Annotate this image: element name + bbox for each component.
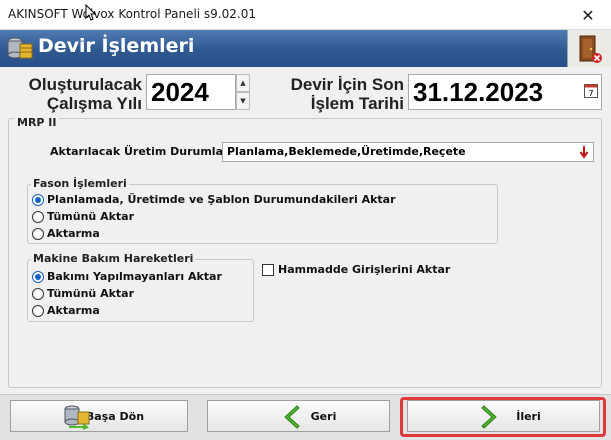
makine-option-all[interactable]: Tümünü Aktar [32,287,134,300]
hammadde-checkbox[interactable] [262,263,274,276]
hammadde-checkbox-row[interactable]: Hammadde Girişlerini Aktar [262,263,450,276]
close-icon: ✕ [581,5,595,25]
production-status-value: Planlama,Beklemede,Üretimde,Reçete [227,145,466,158]
radio-button[interactable] [32,304,44,317]
red-down-arrow-icon [579,146,589,159]
caret-up-icon: ▲ [240,79,246,87]
database-coins-icon [7,37,33,59]
radio-label: Bakımı Yapılmayanları Aktar [47,270,222,283]
window-title: AKINSOFT Wolvox Kontrol Paneli s9.02.01 [8,7,256,21]
year-spin-down-button[interactable]: ▼ [236,92,250,110]
caret-down-icon: ▼ [240,97,246,105]
radio-button[interactable] [32,227,44,240]
back-button[interactable]: Geri [207,400,390,432]
radio-label: Planlamada, Üretimde ve Şablon Durumunda… [47,193,396,206]
makine-option-unmaintained[interactable]: Bakımı Yapılmayanları Aktar [32,270,222,283]
year-spin-up-button[interactable]: ▲ [236,74,250,92]
calendar-icon-text: 7 [588,89,593,98]
back-button-label: Geri [310,409,337,423]
radio-button[interactable] [32,210,44,223]
radio-label: Aktarma [47,227,100,240]
exit-door-icon [579,35,602,63]
makine-option-none[interactable]: Aktarma [32,304,100,317]
radio-button-selected[interactable] [32,270,44,283]
radio-label: Aktarma [47,304,100,317]
exit-button[interactable] [567,30,611,67]
mouse-cursor-icon [85,4,97,21]
close-button[interactable]: ✕ [565,0,611,30]
page-title: Devir İşlemleri [38,35,195,57]
year-label-line-2: Çalışma Yılı [46,94,142,113]
production-status-combo[interactable]: Planlama,Beklemede,Üretimde,Reçete [222,142,594,162]
year-label: Oluşturulacak Çalışma Yılı [20,75,142,113]
home-button-label: Başa Dön [85,409,145,423]
date-label: Devir İçin Son İşlem Tarihi [258,75,404,113]
fason-group-title: Fason İşlemleri [31,177,129,190]
date-value: 31.12.2023 [413,77,544,107]
makine-group-title: Makine Bakım Hareketleri [31,252,196,265]
arrow-left-icon [284,405,300,429]
production-status-label: Aktarılacak Üretim Durumları [50,145,233,158]
year-input[interactable]: 2024 [146,74,236,110]
database-home-icon [64,405,90,430]
next-button-highlight [400,397,606,437]
fason-option-all[interactable]: Tümünü Aktar [32,210,134,223]
radio-button-selected[interactable] [32,193,44,206]
radio-label: Tümünü Aktar [47,210,135,223]
radio-label: Tümünü Aktar [47,287,135,300]
hammadde-label: Hammadde Girişlerini Aktar [278,263,451,276]
date-label-line-1: Devir İçin Son [290,75,404,94]
fason-option-partial[interactable]: Planlamada, Üretimde ve Şablon Durumunda… [32,193,396,206]
year-label-line-1: Oluşturulacak [28,75,142,94]
date-input[interactable]: 31.12.2023 [408,74,602,110]
home-button[interactable]: Başa Dön [10,400,188,432]
mrp-group-title: MRP II [15,116,59,129]
date-label-line-2: İşlem Tarihi [310,94,404,113]
radio-button[interactable] [32,287,44,300]
calendar-icon[interactable]: 7 [584,82,598,98]
fason-option-none[interactable]: Aktarma [32,227,100,240]
page-header: Devir İşlemleri [0,30,611,67]
